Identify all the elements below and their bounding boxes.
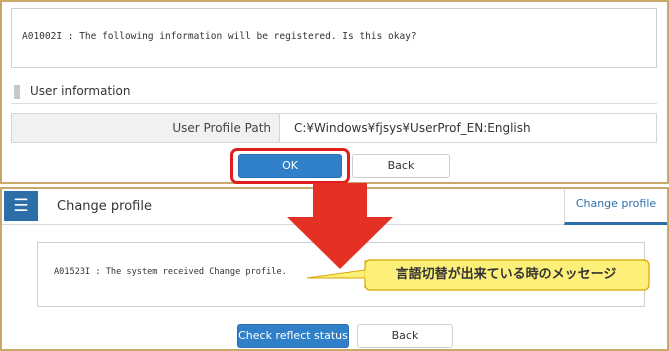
user-profile-path-row: User Profile Path C:¥Windows¥fjsys¥UserP… [11, 113, 657, 143]
section-marker-icon [14, 85, 20, 99]
confirm-message-box: A01002I : The following information will… [11, 8, 657, 68]
result-message: A01523I : The system received Change pro… [54, 267, 287, 277]
tab-change-profile[interactable]: Change profile [564, 189, 667, 225]
user-profile-path-label: User Profile Path [12, 114, 280, 142]
ok-button[interactable]: OK [238, 154, 342, 178]
back-button[interactable]: Back [352, 154, 450, 178]
user-info-section-header: User information [11, 82, 657, 104]
callout-text: 言語切替が出来ている時のメッセージ [395, 267, 617, 282]
check-reflect-status-button[interactable]: Check reflect status [237, 324, 349, 348]
hamburger-menu-icon[interactable]: ☰ [4, 191, 38, 221]
section-title: User information [30, 84, 131, 98]
confirm-message: A01002I : The following information will… [22, 31, 417, 42]
back-button-2[interactable]: Back [357, 324, 453, 348]
confirm-screen: A01002I : The following information will… [0, 0, 669, 184]
page-title: Change profile [57, 199, 152, 214]
user-profile-path-value: C:¥Windows¥fjsys¥UserProf_EN:English [294, 121, 531, 135]
